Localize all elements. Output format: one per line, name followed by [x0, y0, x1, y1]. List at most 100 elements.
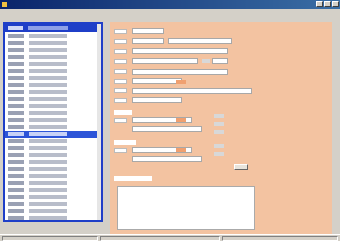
text-field[interactable]: [132, 126, 202, 132]
list-item[interactable]: [5, 152, 101, 159]
list-item[interactable]: [5, 61, 101, 68]
window-title: [10, 2, 70, 6]
list-item[interactable]: [5, 145, 101, 152]
field-label: [114, 148, 127, 153]
list-item-name: [29, 104, 67, 108]
field-marker: [176, 80, 186, 84]
list-header: [5, 24, 101, 32]
list-item-code: [8, 76, 24, 80]
status-pane: [100, 236, 220, 241]
list-item-name: [29, 195, 67, 199]
text-field[interactable]: [132, 58, 198, 64]
list-item[interactable]: [5, 138, 101, 145]
list-item[interactable]: [5, 159, 101, 166]
field-label: [114, 118, 127, 123]
menu-item[interactable]: [15, 10, 25, 14]
list-item-name: [29, 188, 67, 192]
list-item[interactable]: [5, 47, 101, 54]
list-item-name: [29, 41, 67, 45]
minimize-button[interactable]: [316, 1, 323, 7]
field-label-small: [202, 59, 210, 63]
list-item-code: [8, 202, 24, 206]
field-label: [114, 79, 127, 84]
list-item-name: [29, 83, 67, 87]
text-field[interactable]: [132, 69, 228, 75]
list-item[interactable]: [5, 124, 101, 131]
menu-item[interactable]: [3, 10, 13, 14]
text-field[interactable]: [132, 97, 182, 103]
list-item-code: [8, 188, 24, 192]
list-scrollbar[interactable]: [97, 24, 101, 220]
list-item-code: [8, 90, 24, 94]
list-item[interactable]: [5, 110, 101, 117]
list-item-code: [8, 83, 24, 87]
list-item-code: [8, 195, 24, 199]
list-item-code: [8, 174, 24, 178]
list-item[interactable]: [5, 96, 101, 103]
list-item-name: [29, 48, 67, 52]
text-field[interactable]: [132, 48, 228, 54]
text-field[interactable]: [168, 38, 232, 44]
list-item[interactable]: [5, 82, 101, 89]
list-item[interactable]: [5, 75, 101, 82]
list-item[interactable]: [5, 187, 101, 194]
list-item[interactable]: [5, 40, 101, 47]
list-item[interactable]: [5, 131, 101, 138]
list-item-name: [29, 132, 67, 136]
list-item[interactable]: [5, 54, 101, 61]
record-list[interactable]: [3, 22, 103, 222]
list-item[interactable]: [5, 103, 101, 110]
list-item-code: [8, 132, 24, 136]
action-button[interactable]: [234, 164, 248, 170]
section-header: [114, 140, 136, 145]
list-item[interactable]: [5, 68, 101, 75]
list-item-code: [8, 209, 24, 213]
column-header[interactable]: [28, 26, 68, 30]
list-item[interactable]: [5, 166, 101, 173]
list-item-name: [29, 69, 67, 73]
column-header[interactable]: [8, 26, 23, 30]
list-item-name: [29, 55, 67, 59]
field-marker: [176, 118, 186, 122]
field-label: [114, 98, 127, 103]
list-item[interactable]: [5, 117, 101, 124]
list-item-name: [29, 202, 67, 206]
list-item-name: [29, 111, 67, 115]
list-item-code: [8, 62, 24, 66]
list-item[interactable]: [5, 180, 101, 187]
option-label: [214, 114, 224, 118]
text-field[interactable]: [132, 88, 252, 94]
list-item[interactable]: [5, 33, 101, 40]
list-item[interactable]: [5, 89, 101, 96]
list-item-code: [8, 153, 24, 157]
list-item[interactable]: [5, 215, 101, 220]
field-label: [114, 69, 127, 74]
list-item-code: [8, 160, 24, 164]
list-item-name: [29, 62, 67, 66]
text-field[interactable]: [132, 38, 164, 44]
list-item-name: [29, 153, 67, 157]
list-item[interactable]: [5, 194, 101, 201]
notes-textarea[interactable]: [117, 186, 255, 230]
text-field[interactable]: [212, 58, 228, 64]
section-header: [114, 176, 152, 181]
text-field[interactable]: [132, 78, 182, 84]
app-icon: [2, 2, 7, 7]
list-item[interactable]: [5, 173, 101, 180]
list-item-name: [29, 90, 67, 94]
field-label: [114, 59, 127, 64]
text-field[interactable]: [132, 28, 164, 34]
list-item[interactable]: [5, 208, 101, 215]
text-field[interactable]: [132, 156, 202, 162]
maximize-button[interactable]: [324, 1, 331, 7]
list-item-code: [8, 104, 24, 108]
list-item-code: [8, 41, 24, 45]
close-button[interactable]: [332, 1, 339, 7]
list-item-code: [8, 139, 24, 143]
list-item-code: [8, 55, 24, 59]
list-item-code: [8, 111, 24, 115]
list-item[interactable]: [5, 201, 101, 208]
menu-item[interactable]: [27, 10, 37, 14]
list-item-code: [8, 118, 24, 122]
list-item-code: [8, 181, 24, 185]
